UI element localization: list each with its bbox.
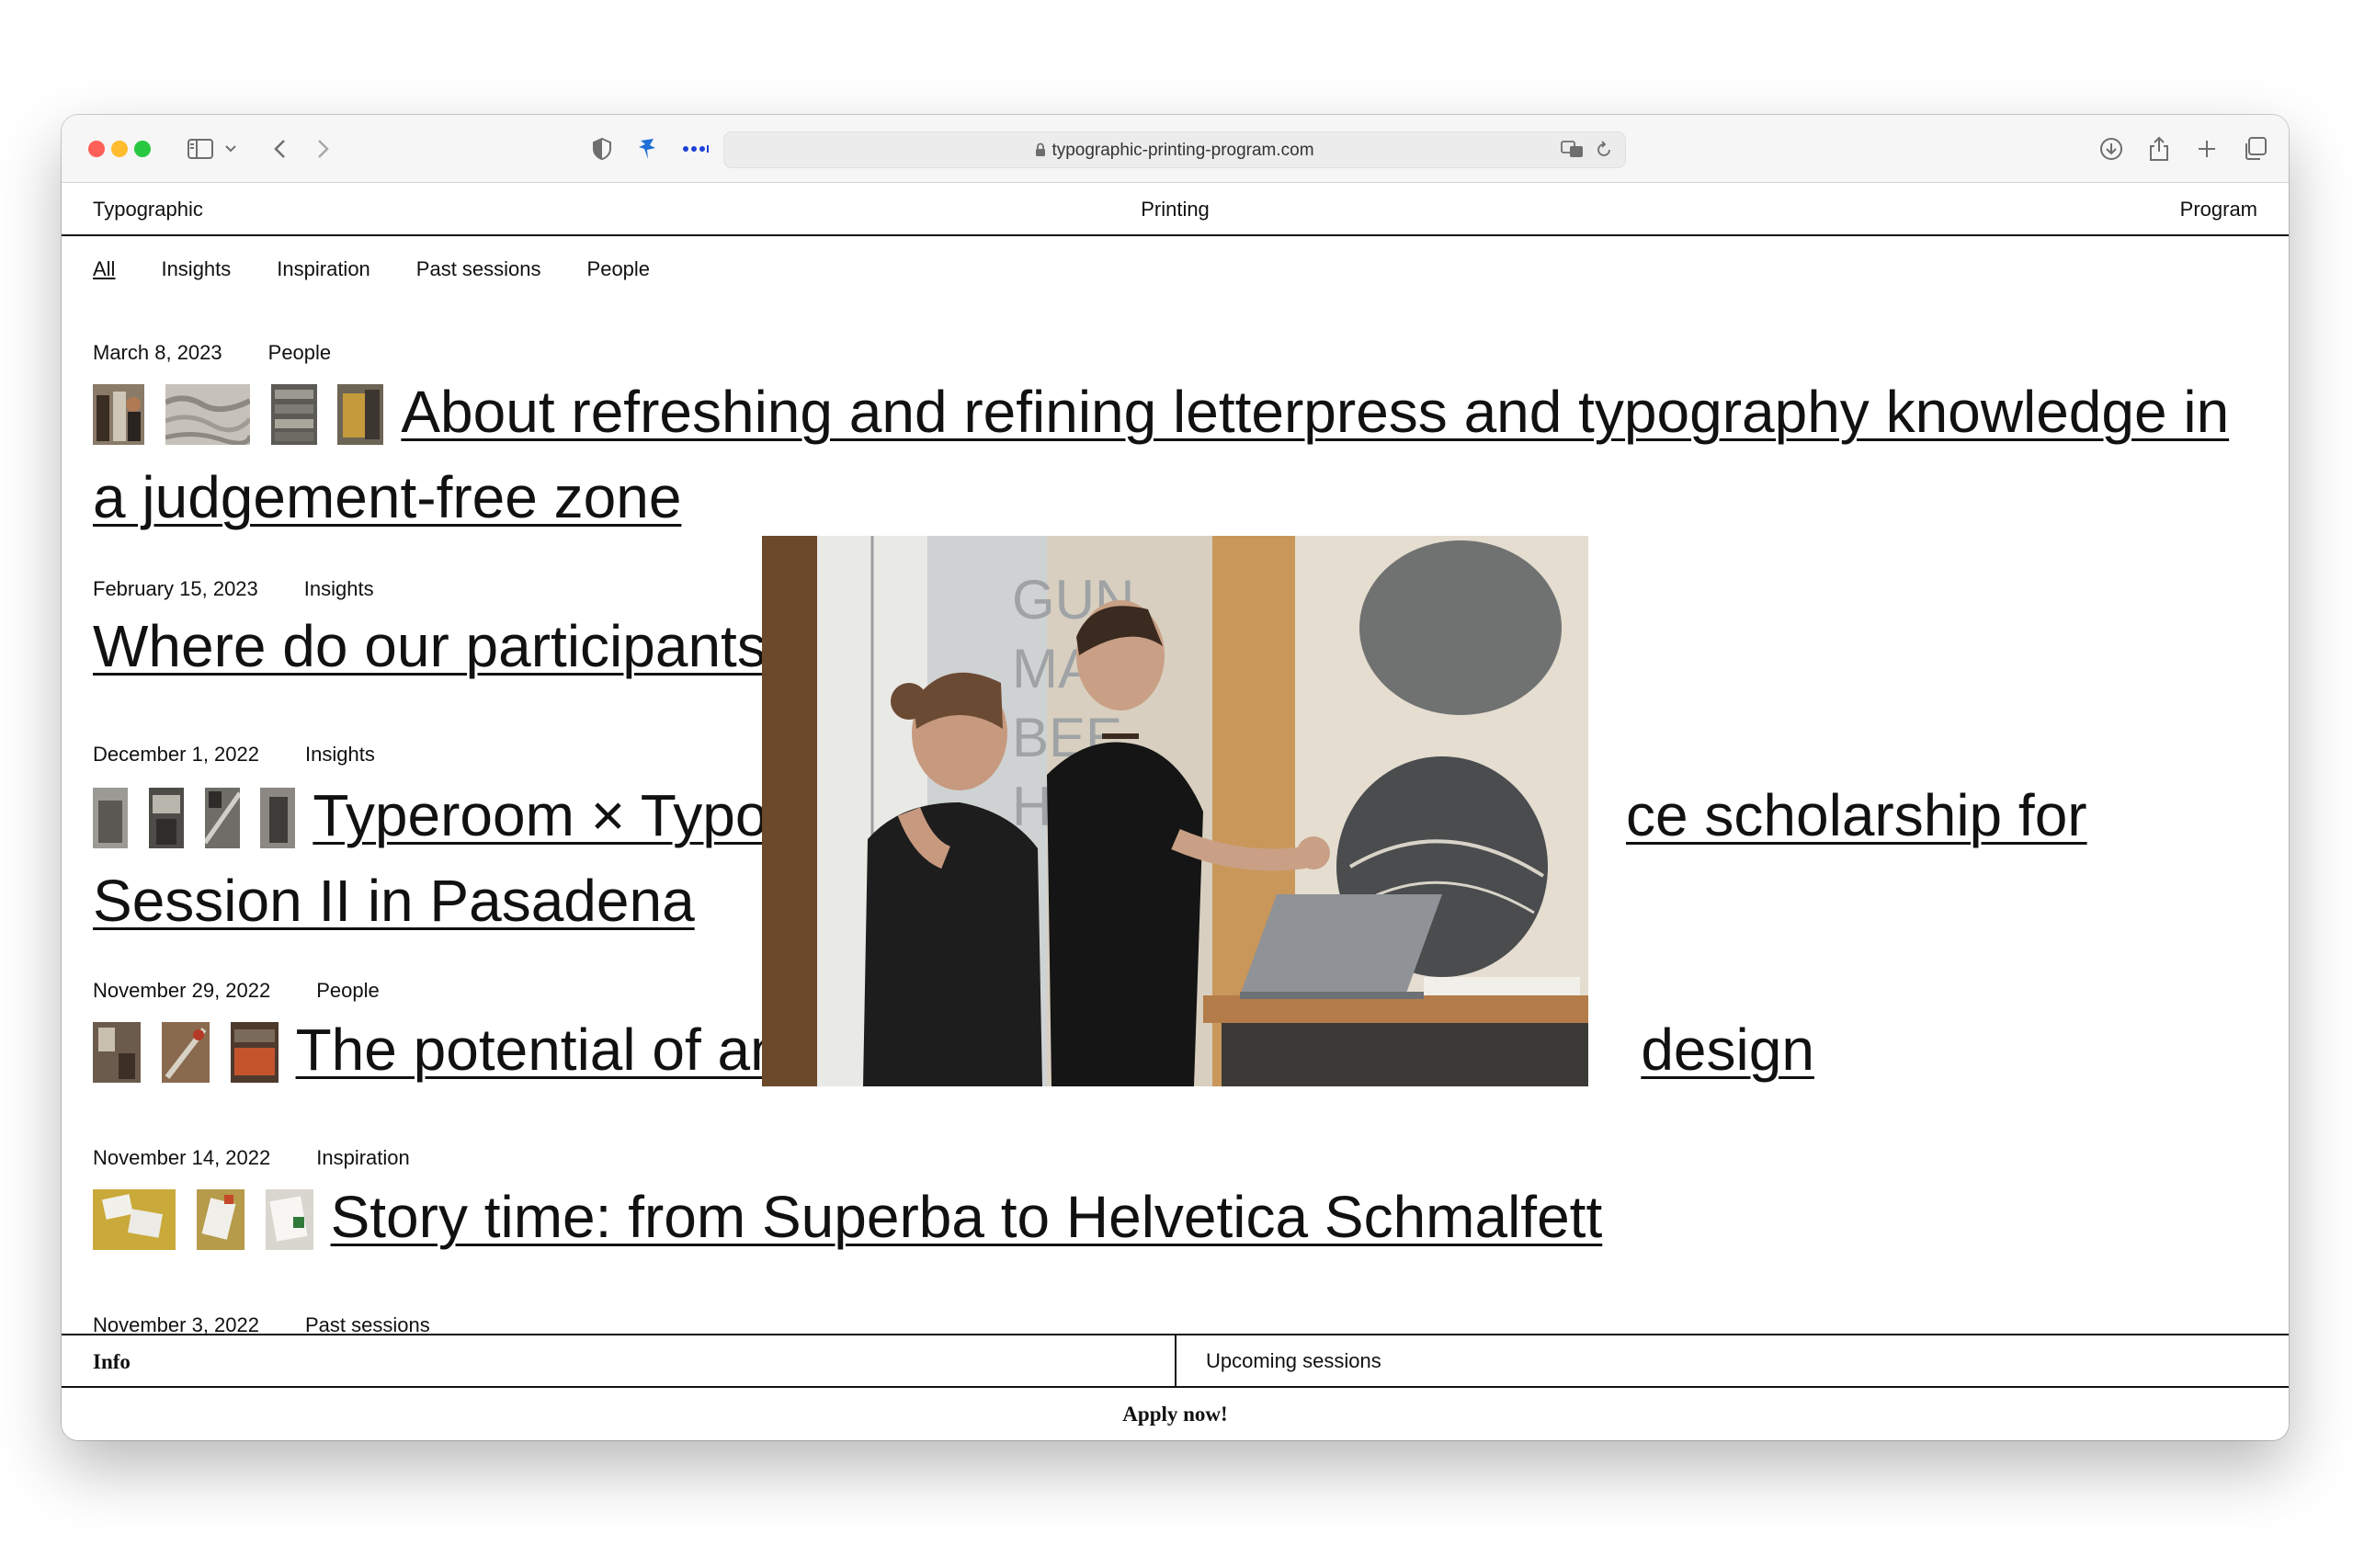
extension-icon[interactable] bbox=[633, 131, 663, 166]
browser-window: typographic-printing-program.com Typogra… bbox=[62, 115, 2289, 1440]
post-title-link[interactable]: About refreshing and refining letterpres… bbox=[93, 376, 2289, 534]
upcoming-sessions-link[interactable]: Upcoming sessions bbox=[1206, 1349, 1381, 1373]
translate-icon[interactable] bbox=[1561, 141, 1585, 164]
site-footer: Info Upcoming sessions Apply now! bbox=[62, 1334, 2289, 1440]
thumbnail-image bbox=[93, 788, 128, 848]
reload-icon[interactable] bbox=[1596, 141, 1612, 164]
thumbnail-image bbox=[230, 1022, 278, 1083]
thumbnail-image bbox=[165, 384, 250, 445]
post-category[interactable]: Inspiration bbox=[316, 1146, 410, 1170]
post-category[interactable]: Insights bbox=[305, 743, 375, 767]
filter-all[interactable]: All bbox=[93, 257, 115, 281]
thumbnail-image bbox=[148, 788, 184, 848]
back-icon[interactable] bbox=[266, 131, 293, 166]
post-thumbnails bbox=[93, 788, 300, 865]
sidebar-icon[interactable] bbox=[185, 131, 216, 166]
apply-now-button[interactable]: Apply now! bbox=[62, 1403, 2289, 1426]
post-thumbnails bbox=[93, 384, 388, 461]
close-window-button[interactable] bbox=[88, 141, 105, 157]
post-title-link[interactable]: Story time: from Superba to Helvetica Sc… bbox=[93, 1181, 2289, 1267]
header-program-link[interactable]: Program bbox=[2180, 198, 2257, 222]
post-meta: November 14, 2022 Inspiration bbox=[93, 1146, 2289, 1170]
thumbnail-image bbox=[260, 788, 296, 848]
forward-icon[interactable] bbox=[310, 131, 337, 166]
post-title: The potential of ana bbox=[295, 1017, 816, 1083]
filter-past-sessions[interactable]: Past sessions bbox=[416, 257, 541, 281]
more-icon[interactable] bbox=[679, 131, 712, 166]
filter-insights[interactable]: Insights bbox=[161, 257, 231, 281]
hover-preview-photo: GUN MAN BEE HUR bbox=[762, 536, 1588, 1086]
post-thumbnails bbox=[93, 1189, 318, 1267]
post-title-continued: design bbox=[1641, 1017, 1814, 1083]
download-icon[interactable] bbox=[2095, 131, 2128, 166]
post-category[interactable]: People bbox=[268, 341, 332, 365]
post-date: November 14, 2022 bbox=[93, 1146, 271, 1169]
site-header: Typographic Printing Program bbox=[62, 183, 2289, 236]
post-title: Story time: from Superba to Helvetica Sc… bbox=[330, 1184, 1603, 1250]
post-thumbnails bbox=[93, 1022, 283, 1099]
post-meta: March 8, 2023 People bbox=[93, 341, 2289, 365]
post-category[interactable]: Insights bbox=[304, 577, 374, 601]
share-icon[interactable] bbox=[2143, 131, 2176, 166]
url-text: typographic-printing-program.com bbox=[724, 141, 1625, 163]
lock-icon bbox=[1035, 142, 1046, 163]
post-title-continued: Session II in Pasadena bbox=[93, 868, 695, 934]
post-category[interactable]: People bbox=[316, 979, 380, 1003]
minimize-window-button[interactable] bbox=[111, 141, 128, 157]
post-title: Where do our participants bbox=[93, 613, 767, 679]
shield-icon[interactable] bbox=[587, 131, 617, 166]
post-date: February 15, 2023 bbox=[93, 577, 258, 600]
thumbnail-image bbox=[265, 1189, 313, 1250]
address-bar[interactable]: typographic-printing-program.com bbox=[723, 131, 1626, 168]
category-filter-bar: All Insights Inspiration Past sessions P… bbox=[93, 257, 696, 281]
thumbnail-image bbox=[161, 1022, 210, 1083]
thumbnail-image bbox=[93, 384, 144, 445]
tabs-overview-icon[interactable] bbox=[2238, 131, 2271, 166]
thumbnail-image bbox=[93, 1022, 141, 1083]
post-date: December 1, 2022 bbox=[93, 743, 259, 766]
post-title: About refreshing and refining letterpres… bbox=[401, 379, 2230, 445]
thumbnail-image bbox=[270, 384, 317, 445]
header-printing-link[interactable]: Printing bbox=[62, 198, 2289, 222]
browser-toolbar: typographic-printing-program.com bbox=[62, 115, 2289, 183]
url-label: typographic-printing-program.com bbox=[1051, 141, 1314, 160]
workshop-photo: GUN MAN BEE HUR bbox=[762, 536, 1588, 1086]
post-item: March 8, 2023 People About refreshing an… bbox=[93, 341, 2289, 534]
post-item: November 14, 2022 Inspiration Story time… bbox=[93, 1146, 2289, 1267]
post-title-continued: a judgement-free zone bbox=[93, 464, 682, 530]
thumbnail-image bbox=[337, 384, 384, 445]
post-title: Typeroom × Typog bbox=[313, 782, 801, 848]
zoom-window-button[interactable] bbox=[134, 141, 151, 157]
chevron-down-icon[interactable] bbox=[222, 131, 240, 166]
thumbnail-image bbox=[196, 1189, 244, 1250]
post-date: March 8, 2023 bbox=[93, 341, 222, 364]
filter-inspiration[interactable]: Inspiration bbox=[277, 257, 370, 281]
footer-divider bbox=[1175, 1335, 1176, 1388]
post-date: November 29, 2022 bbox=[93, 979, 271, 1002]
footer-top-row: Info Upcoming sessions bbox=[62, 1335, 2289, 1388]
thumbnail-image bbox=[204, 788, 240, 848]
info-link[interactable]: Info bbox=[93, 1350, 131, 1374]
new-tab-icon[interactable] bbox=[2190, 131, 2223, 166]
thumbnail-image bbox=[93, 1189, 176, 1250]
filter-people[interactable]: People bbox=[587, 257, 651, 281]
post-title-continued: ce scholarship for bbox=[1626, 782, 2087, 848]
